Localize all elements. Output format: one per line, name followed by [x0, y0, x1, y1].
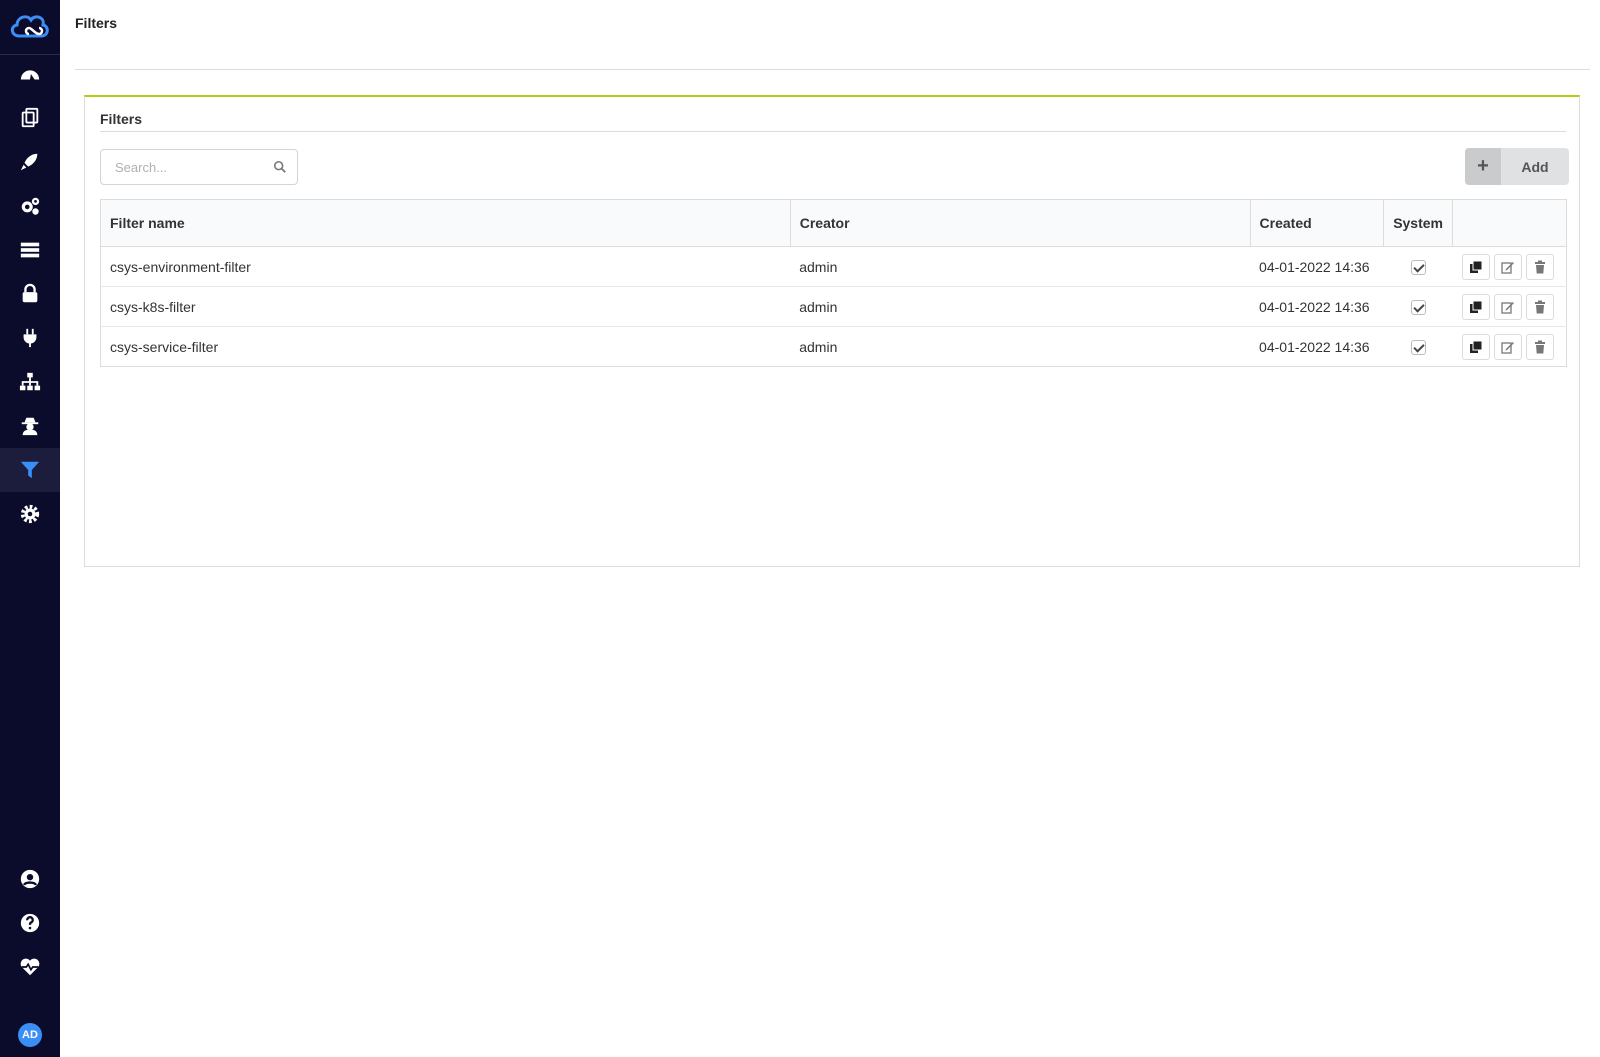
breadcrumb-arrow [60, 20, 66, 32]
add-button-label: Add [1521, 158, 1549, 175]
page-title: Filters [75, 15, 118, 31]
cell-system [1383, 286, 1453, 327]
search-input[interactable] [101, 150, 271, 184]
cell-created: 04-01-2022 14:36 [1250, 246, 1384, 287]
sidebar-item-deploy[interactable] [0, 140, 60, 184]
sidebar-item-servers[interactable] [0, 228, 60, 272]
table-row: csys-environment-filter admin 04-01-2022… [100, 246, 1567, 287]
cell-created: 04-01-2022 14:36 [1250, 286, 1384, 327]
cell-actions [1452, 286, 1567, 327]
cell-actions [1452, 246, 1567, 287]
sidebar-item-security[interactable] [0, 272, 60, 316]
system-checkbox[interactable] [1410, 299, 1426, 315]
filters-panel: Filters + Add Filter name Creator Create… [84, 95, 1580, 567]
duplicate-button[interactable] [1461, 333, 1490, 360]
cell-creator: admin [790, 326, 1251, 367]
filters-table: Filter name Creator Created System csys-… [100, 199, 1567, 367]
cell-filter-name: csys-k8s-filter [100, 286, 791, 327]
filter-icon [20, 461, 40, 479]
edit-icon [1500, 341, 1514, 354]
gear-icon [20, 504, 40, 524]
trash-icon [1534, 260, 1545, 273]
header-creator[interactable]: Creator [789, 199, 1251, 247]
sidebar-item-help[interactable] [0, 901, 60, 945]
sidebar-item-profile[interactable] [0, 857, 60, 901]
edit-icon [1500, 301, 1514, 314]
cloud-logo-icon[interactable] [0, 0, 60, 55]
cell-creator: admin [790, 286, 1251, 327]
panel-title: Filters [100, 111, 143, 127]
sidebar-item-cogs[interactable] [0, 184, 60, 228]
heartbeat-icon [20, 958, 40, 976]
search-icon[interactable] [273, 160, 287, 174]
search-box [100, 149, 298, 185]
copy-icon [1469, 300, 1482, 313]
cell-creator: admin [790, 246, 1251, 287]
user-avatar[interactable]: AD [18, 1023, 42, 1047]
topbar-divider [75, 69, 1590, 70]
trash-icon [1534, 300, 1545, 313]
sidebar-item-plugins[interactable] [0, 316, 60, 360]
edit-button[interactable] [1493, 333, 1522, 360]
header-created[interactable]: Created [1249, 199, 1384, 247]
delete-button[interactable] [1525, 333, 1554, 360]
table-header-row: Filter name Creator Created System [100, 199, 1567, 247]
header-actions [1452, 199, 1567, 247]
lock-icon [22, 283, 38, 303]
sidebar-item-secrets[interactable] [0, 404, 60, 448]
sidebar-item-structure[interactable] [0, 360, 60, 404]
cell-system [1383, 246, 1453, 287]
sidebar-item-health[interactable] [0, 945, 60, 989]
header-system[interactable]: System [1383, 199, 1453, 247]
copy-icon [1469, 340, 1482, 353]
delete-button[interactable] [1525, 293, 1554, 320]
table-row: csys-k8s-filter admin 04-01-2022 14:36 [100, 286, 1567, 327]
sidebar: AD [0, 0, 60, 1057]
cell-system [1383, 326, 1453, 367]
dashboard-icon [20, 70, 40, 80]
duplicate-button[interactable] [1461, 293, 1490, 320]
server-icon [20, 242, 40, 258]
edit-button[interactable] [1493, 293, 1522, 320]
cell-filter-name: csys-service-filter [100, 326, 791, 367]
cogs-icon [21, 197, 40, 215]
add-filter-button[interactable]: + Add [1465, 148, 1569, 185]
panel-divider [100, 131, 1566, 132]
system-checkbox[interactable] [1410, 259, 1426, 275]
plus-icon: + [1465, 148, 1501, 185]
copy-icon [1469, 260, 1482, 273]
sitemap-icon [19, 372, 41, 391]
cell-filter-name: csys-environment-filter [100, 246, 791, 287]
user-secret-icon [21, 417, 39, 436]
question-circle-icon [20, 913, 40, 933]
delete-button[interactable] [1525, 253, 1554, 280]
copy-icon [21, 107, 39, 128]
trash-icon [1534, 340, 1545, 353]
duplicate-button[interactable] [1461, 253, 1490, 280]
sidebar-item-dashboard[interactable] [0, 52, 60, 96]
sidebar-item-settings[interactable] [0, 492, 60, 536]
system-checkbox[interactable] [1410, 339, 1426, 355]
rocket-icon [20, 153, 38, 171]
sidebar-item-copy[interactable] [0, 96, 60, 140]
edit-button[interactable] [1493, 253, 1522, 280]
header-filter-name[interactable]: Filter name [100, 199, 791, 247]
user-circle-icon [20, 869, 40, 889]
cell-created: 04-01-2022 14:36 [1250, 326, 1384, 367]
cell-actions [1452, 326, 1567, 367]
edit-icon [1500, 261, 1514, 274]
sidebar-item-filters[interactable] [0, 448, 60, 492]
plug-icon [23, 328, 37, 348]
table-row: csys-service-filter admin 04-01-2022 14:… [100, 326, 1567, 367]
